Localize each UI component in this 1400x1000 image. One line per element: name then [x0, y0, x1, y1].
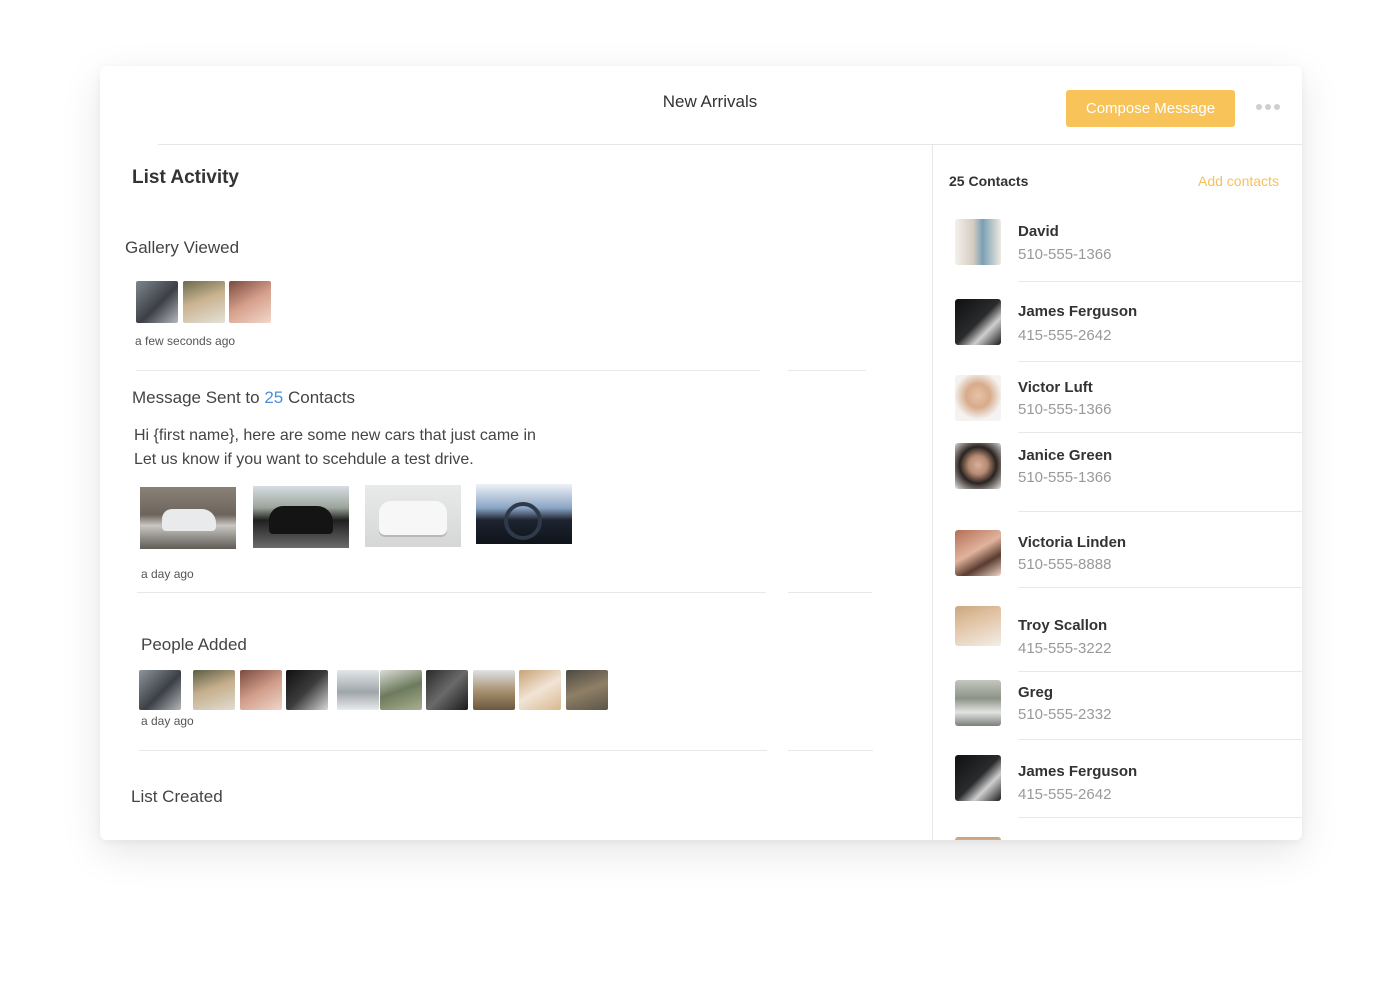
contact-item[interactable]: Greg 510-555-2332 [933, 680, 1302, 760]
contact-avatar [955, 443, 1001, 489]
contact-phone: 510-555-2332 [1018, 706, 1112, 723]
person-avatar[interactable] [193, 670, 235, 710]
contact-avatar [955, 530, 1001, 576]
contact-phone: 510-555-8888 [1018, 556, 1112, 573]
people-timestamp: a day ago [141, 714, 194, 728]
divider [1018, 817, 1302, 818]
contacts-count: 25 Contacts [949, 173, 1029, 189]
contact-phone: 510-555-1366 [1018, 401, 1112, 418]
divider [139, 750, 767, 751]
contact-name: James Ferguson [1018, 303, 1138, 320]
gallery-timestamp: a few seconds ago [135, 334, 236, 348]
contact-item[interactable]: Troy Scallon 415-555-3222 [933, 606, 1302, 686]
contact-avatar [955, 837, 1001, 840]
contact-item[interactable]: Victoria Linden 510-555-8888 [933, 530, 1302, 610]
person-avatar[interactable] [286, 670, 328, 710]
person-avatar[interactable] [337, 670, 379, 710]
person-avatar[interactable] [426, 670, 468, 710]
contact-name: Greg [1018, 684, 1054, 701]
contacts-count-link[interactable]: 25 [264, 388, 283, 407]
contact-name: Victoria Linden [1018, 534, 1127, 551]
contact-phone: 510-555-1366 [1018, 469, 1112, 486]
contact-avatar [955, 375, 1001, 421]
divider [1018, 511, 1302, 512]
contact-phone: 415-555-2642 [1018, 327, 1112, 344]
contact-item[interactable]: Janice Green 510-555-1366 [933, 443, 1302, 523]
contact-avatar [955, 606, 1001, 646]
activity-panel: List Activity Gallery Viewed a few secon… [100, 145, 932, 840]
contact-item[interactable]: James Ferguson 415-555-2642 [933, 299, 1302, 379]
viewer-avatar[interactable] [183, 281, 225, 323]
divider [137, 592, 766, 593]
contact-name: Victor Luft [1018, 379, 1093, 396]
person-avatar[interactable] [240, 670, 282, 710]
compose-message-button[interactable]: Compose Message [1066, 90, 1235, 127]
divider [788, 370, 866, 371]
person-avatar[interactable] [473, 670, 515, 710]
car-photo[interactable] [365, 485, 461, 547]
message-timestamp: a day ago [141, 567, 194, 581]
message-line-2: Let us know if you want to scehdule a te… [134, 451, 474, 468]
car-photo[interactable] [140, 487, 236, 549]
car-interior-photo[interactable] [476, 484, 572, 544]
list-detail-card: New Arrivals Compose Message List Activi… [100, 66, 1302, 840]
person-avatar[interactable] [380, 670, 422, 710]
add-contacts-link[interactable]: Add contacts [1198, 173, 1279, 189]
divider [1018, 361, 1302, 362]
person-avatar[interactable] [566, 670, 608, 710]
contact-avatar [955, 680, 1001, 726]
divider [1018, 281, 1302, 282]
viewer-avatar[interactable] [229, 281, 271, 323]
divider [788, 592, 872, 593]
contact-name: David [1018, 223, 1059, 240]
contact-name: Troy Scallon [1018, 617, 1108, 634]
divider [136, 370, 760, 371]
header: New Arrivals Compose Message [100, 66, 1302, 144]
contact-phone: 510-555-1366 [1018, 246, 1112, 263]
divider [1018, 587, 1302, 588]
contact-phone: 415-555-3222 [1018, 640, 1112, 657]
person-avatar[interactable] [139, 670, 181, 710]
car-photo[interactable] [253, 486, 349, 548]
gallery-viewed-title: Gallery Viewed [125, 238, 240, 257]
contacts-panel: 25 Contacts Add contacts David 510-555-1… [933, 145, 1302, 840]
divider [1018, 432, 1302, 433]
contact-item[interactable]: James Ferguson 415-555-2642 [933, 755, 1302, 835]
person-avatar[interactable] [519, 670, 561, 710]
contact-avatar [955, 755, 1001, 801]
contact-name: James Ferguson [1018, 763, 1138, 780]
message-line-1: Hi {first name}, here are some new cars … [134, 427, 536, 444]
list-created-title: List Created [131, 787, 223, 806]
more-horizontal-icon[interactable] [1256, 104, 1280, 112]
viewer-avatar[interactable] [136, 281, 178, 323]
message-sent-title: Message Sent to 25 Contacts [132, 388, 356, 407]
contact-name: Janice Green [1018, 447, 1113, 464]
divider [1018, 671, 1302, 672]
people-added-title: People Added [141, 635, 247, 654]
contact-item[interactable]: Victor Luft 510-555-1366 [933, 375, 1302, 450]
contact-avatar [955, 299, 1001, 345]
divider [1018, 739, 1302, 740]
contact-item[interactable]: David 510-555-1366 [933, 219, 1302, 299]
divider [788, 750, 873, 751]
contact-phone: 415-555-2642 [1018, 786, 1112, 803]
list-activity-heading: List Activity [132, 167, 239, 188]
contact-avatar [955, 219, 1001, 265]
